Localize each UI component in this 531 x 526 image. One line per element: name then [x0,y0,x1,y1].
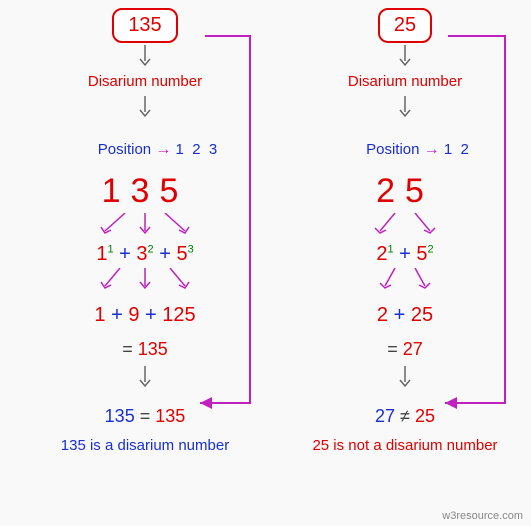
example-column-2: 25 Disarium number Position → 1 2 25 21 … [290,8,520,454]
plus-icon: + [399,243,416,265]
split-arrows-icon [30,268,260,290]
digits-display: 25 [290,172,520,211]
power-expression: 21 + 52 [290,243,520,266]
split-arrows-icon [290,213,520,235]
split-arrows-icon [290,268,520,290]
power-exp: 1 [387,243,393,255]
position-label: Position [366,141,419,158]
diagram-container: 135 Disarium number Position → 1 2 3 135… [0,0,531,454]
conclusion-text: 25 is not a disarium number [290,437,520,454]
power-base: 5 [416,243,427,265]
digits-display: 135 [30,172,260,211]
sum-result: = 135 [30,339,260,360]
power-exp: 1 [107,243,113,255]
down-arrow-icon [30,366,260,388]
plus-icon: + [119,243,136,265]
eval-term: 1 [94,304,105,326]
compare-op: = [140,406,151,426]
plus-icon: + [111,304,128,326]
down-arrow-icon [30,45,260,67]
compare-rhs: 135 [155,406,185,426]
pos-2: 2 [461,141,469,158]
pos-1: 1 [176,141,184,158]
plus-icon: + [394,304,411,326]
title-label: Disarium number [30,73,260,90]
start-box: 135 [112,8,177,43]
sum-value: 27 [403,339,423,359]
down-arrow-icon [290,96,520,118]
conclusion-text: 135 is a disarium number [30,437,260,454]
power-base: 5 [176,243,187,265]
eval-term: 25 [411,304,433,326]
position-row: Position → 1 2 [290,124,520,176]
compare-rhs: 25 [415,406,435,426]
credit-label: w3resource.com [442,510,523,522]
split-arrows-icon [30,213,260,235]
power-base: 3 [136,243,147,265]
power-exp: 3 [188,243,194,255]
pos-1: 1 [444,141,452,158]
compare-lhs: 27 [375,406,395,426]
eval-term: 2 [377,304,388,326]
down-arrow-icon [30,96,260,118]
right-arrow-icon: → [424,141,440,158]
example-column-1: 135 Disarium number Position → 1 2 3 135… [30,8,260,454]
down-arrow-icon [290,45,520,67]
sum-result: = 27 [290,339,520,360]
evaluated-terms: 2 + 25 [290,304,520,327]
plus-icon: + [159,243,176,265]
sum-value: 135 [138,339,168,359]
title-label: Disarium number [290,73,520,90]
down-arrow-icon [290,366,520,388]
plus-icon: + [145,304,162,326]
power-expression: 11 + 32 + 53 [30,243,260,266]
position-label: Position [98,141,151,158]
compare-lhs: 135 [105,406,135,426]
compare-line: 135 = 135 [30,406,260,427]
power-base: 2 [376,243,387,265]
position-row: Position → 1 2 3 [30,124,260,176]
power-exp: 2 [148,243,154,255]
power-exp: 2 [428,243,434,255]
right-arrow-icon: → [155,141,171,158]
power-base: 1 [96,243,107,265]
pos-2: 2 [192,141,200,158]
pos-3: 3 [209,141,217,158]
start-box: 25 [378,8,432,43]
evaluated-terms: 1 + 9 + 125 [30,304,260,327]
compare-line: 27 ≠ 25 [290,406,520,427]
compare-op: ≠ [400,406,410,426]
eval-term: 9 [128,304,139,326]
eval-term: 125 [162,304,195,326]
